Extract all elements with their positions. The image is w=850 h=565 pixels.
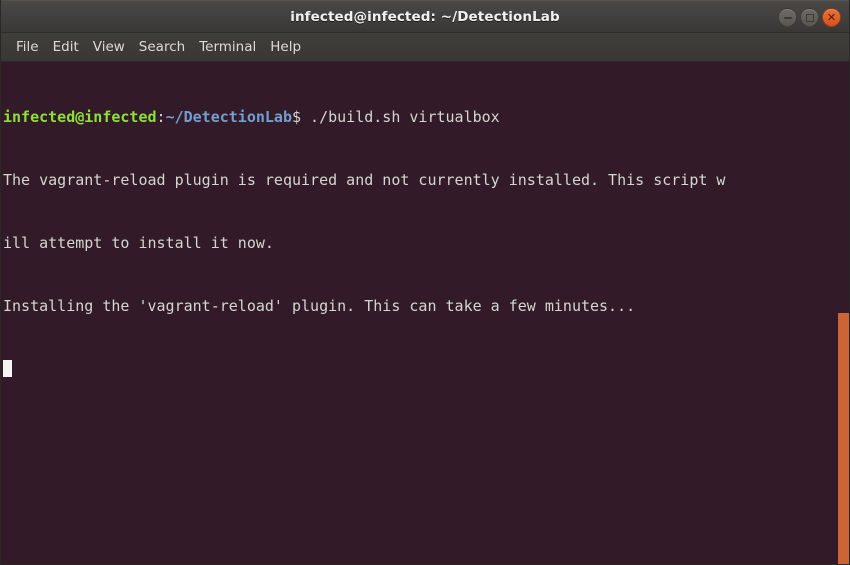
- minimize-icon: [783, 16, 792, 19]
- maximize-button[interactable]: [800, 8, 819, 27]
- window-controls: ✕: [778, 1, 841, 34]
- menu-item-view[interactable]: View: [86, 37, 132, 57]
- terminal-output-line-3: Installing the 'vagrant-reload' plugin. …: [3, 297, 636, 315]
- menu-item-terminal[interactable]: Terminal: [192, 37, 263, 57]
- prompt-path: ~/DetectionLab: [165, 108, 292, 126]
- scrollbar-thumb[interactable]: [838, 313, 849, 564]
- prompt-separator: :: [156, 108, 166, 126]
- menu-item-file[interactable]: File: [9, 37, 46, 57]
- prompt-command: ./build.sh virtualbox: [301, 108, 500, 126]
- terminal-window: infected@infected: ~/DetectionLab ✕ File…: [0, 0, 850, 565]
- menu-item-search[interactable]: Search: [132, 37, 192, 57]
- window-title: infected@infected: ~/DetectionLab: [290, 8, 560, 25]
- terminal-cursor-line: [3, 359, 837, 380]
- prompt-sigil: $: [292, 108, 302, 126]
- menu-item-help[interactable]: Help: [263, 37, 308, 57]
- terminal-prompt-line: infected@infected:~/DetectionLab$ ./buil…: [3, 107, 837, 128]
- prompt-user-host: infected@infected: [3, 108, 157, 126]
- terminal-output-line-2: ill attempt to install it now.: [3, 234, 274, 252]
- title-bar[interactable]: infected@infected: ~/DetectionLab ✕: [1, 0, 849, 33]
- minimize-button[interactable]: [778, 8, 797, 27]
- close-icon: ✕: [826, 11, 837, 24]
- terminal-body[interactable]: infected@infected:~/DetectionLab$ ./buil…: [1, 62, 849, 564]
- menu-bar: File Edit View Search Terminal Help: [1, 33, 849, 62]
- scrollbar[interactable]: [838, 62, 849, 564]
- terminal-output-line-1: The vagrant-reload plugin is required an…: [3, 171, 726, 189]
- maximize-icon: [805, 13, 814, 22]
- terminal-output: infected@infected:~/DetectionLab$ ./buil…: [3, 65, 837, 422]
- text-cursor: [3, 360, 12, 377]
- menu-item-edit[interactable]: Edit: [46, 37, 86, 57]
- close-button[interactable]: ✕: [822, 8, 841, 27]
